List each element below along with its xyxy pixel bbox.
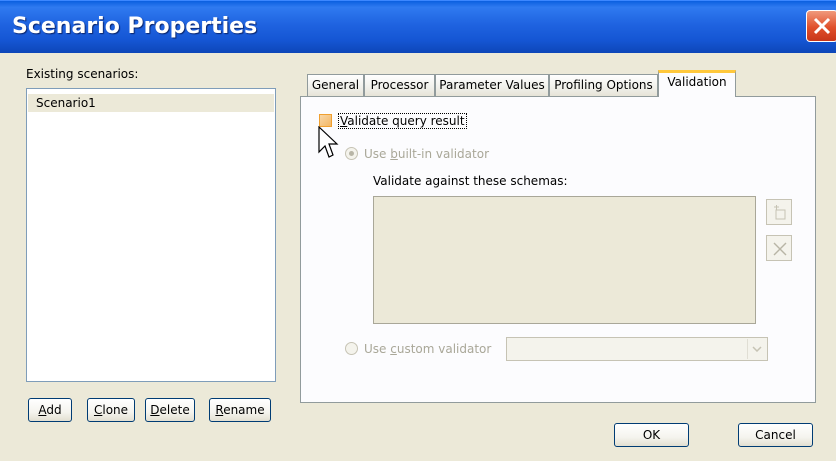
tab-profiling-options[interactable]: Profiling Options <box>549 74 658 96</box>
scenario-list[interactable]: Scenario1 <box>26 88 276 382</box>
chevron-down-icon <box>752 346 762 352</box>
existing-scenarios-label: Existing scenarios: <box>26 67 139 81</box>
tab-processor[interactable]: Processor <box>364 74 435 96</box>
cancel-button[interactable]: Cancel <box>738 423 813 447</box>
builtin-validator-radio[interactable] <box>345 147 358 160</box>
tab-general[interactable]: General <box>307 74 364 96</box>
add-schema-button[interactable] <box>766 199 792 225</box>
tab-parameter-values[interactable]: Parameter Values <box>435 74 549 96</box>
remove-schema-button[interactable] <box>766 235 792 261</box>
custom-validator-label: Use custom validator <box>364 342 492 356</box>
rename-button[interactable]: Rename <box>209 398 271 422</box>
title-bar: Scenario Properties <box>0 0 836 53</box>
list-item[interactable]: Scenario1 <box>28 94 274 112</box>
radio-selected-dot <box>349 151 354 156</box>
remove-icon <box>773 242 787 256</box>
custom-validator-radio[interactable] <box>345 342 358 355</box>
scenario-name: Scenario1 <box>36 96 96 110</box>
add-button[interactable]: Add <box>28 398 72 422</box>
custom-validator-select[interactable] <box>506 337 768 361</box>
add-schema-icon <box>774 205 786 220</box>
close-icon <box>813 17 831 35</box>
schemas-label: Validate against these schemas: <box>373 174 568 188</box>
schema-list[interactable] <box>373 196 756 324</box>
ok-button[interactable]: OK <box>614 423 689 447</box>
tab-validation[interactable]: Validation <box>658 70 736 97</box>
dropdown-button[interactable] <box>747 339 766 359</box>
clone-button[interactable]: Clone <box>87 398 135 422</box>
mouse-cursor-icon <box>318 126 339 158</box>
builtin-validator-label: Use built-in validator <box>364 147 489 161</box>
delete-button[interactable]: Delete <box>145 398 195 422</box>
validate-query-label[interactable]: Validate query result <box>338 113 467 129</box>
close-button[interactable] <box>806 10 836 42</box>
window-title: Scenario Properties <box>12 14 258 39</box>
